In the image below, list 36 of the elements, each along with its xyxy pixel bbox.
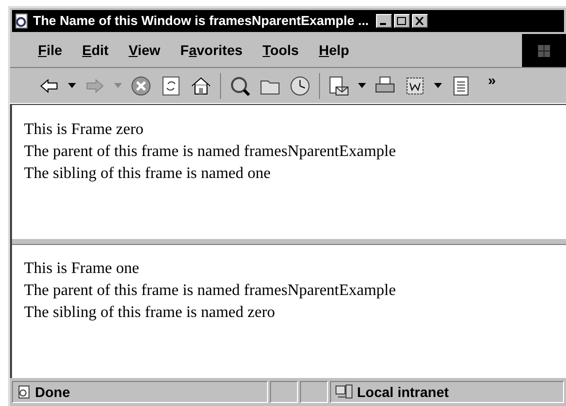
frame-text: The sibling of this frame is named zero [24,303,276,323]
home-icon[interactable] [190,74,212,96]
frame-text: The sibling of this frame is named one [24,164,272,184]
window-title: The Name of this Window is framesNparentExample ... [33,12,369,30]
status-panel [300,381,328,403]
maximize-icon [397,17,406,25]
caret-icon[interactable] [358,83,366,88]
caret-icon[interactable] [434,83,442,88]
zone-text: Local intranet [357,382,449,402]
browser-icon [14,13,30,29]
search-icon[interactable] [229,74,251,96]
menu-item[interactable]: Help [318,40,350,61]
clock-icon[interactable] [289,74,311,96]
frame-text: The parent of this frame is named framesNparentExample [24,281,397,301]
menu-item[interactable]: Favorites [180,40,243,61]
frame-text: This is Frame one [24,259,140,279]
stop-icon[interactable] [130,74,152,96]
maximize-button[interactable] [394,14,410,28]
minimize-button[interactable] [376,14,392,28]
status-panel [270,381,298,403]
menu-item[interactable]: View [128,40,160,61]
menu-item[interactable]: Edit [82,40,109,61]
menu-item[interactable]: File [38,40,62,61]
close-icon [415,17,424,25]
frame-text: This is Frame zero [24,120,145,140]
network-icon [335,384,353,400]
frame-text: The parent of this frame is named framesNparentExample [24,142,397,162]
mail-icon[interactable] [328,74,350,96]
refresh-icon[interactable] [160,74,182,96]
document-icon[interactable] [404,74,426,96]
menu-item[interactable]: Tools [262,40,299,61]
caret-icon[interactable] [68,83,76,88]
status-text: Done [35,382,70,402]
page-icon [17,385,31,399]
toolbar-overflow-button[interactable]: » [488,70,496,91]
close-button[interactable] [412,14,428,28]
